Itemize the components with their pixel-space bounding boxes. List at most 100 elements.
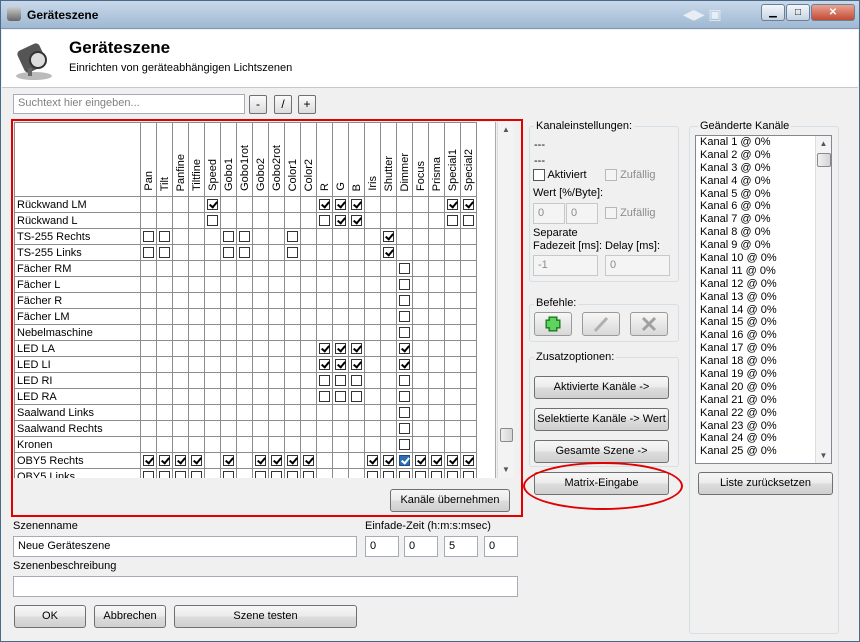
grid-cell[interactable] [428, 452, 445, 469]
edit-command-button[interactable] [582, 312, 620, 336]
changed-channels-list[interactable]: Kanal 1 @ 0% Kanal 2 @ 0% Kanal 3 @ 0% Kana… [695, 135, 832, 464]
grid-cell[interactable] [444, 452, 461, 469]
channel-checkbox[interactable] [223, 471, 234, 478]
grid-cell[interactable] [284, 452, 301, 469]
changed-channel-item[interactable]: Kanal 13 @ 0% [696, 291, 831, 304]
channel-checkbox[interactable] [351, 391, 362, 403]
grid-cell[interactable] [268, 468, 285, 478]
changed-channel-item[interactable]: Kanal 7 @ 0% [696, 213, 831, 226]
changed-channel-item[interactable]: Kanal 22 @ 0% [696, 407, 831, 420]
changed-channel-item[interactable]: Kanal 11 @ 0% [696, 265, 831, 278]
column-header[interactable]: Speed [204, 122, 221, 197]
grid-cell[interactable] [284, 468, 301, 478]
changed-channel-item[interactable]: Kanal 17 @ 0% [696, 342, 831, 355]
channel-checkbox[interactable] [287, 231, 298, 243]
channel-checkbox[interactable] [351, 199, 362, 211]
channel-checkbox[interactable] [143, 231, 154, 243]
channel-checkbox[interactable] [335, 375, 346, 387]
grid-cell[interactable] [444, 468, 461, 478]
random-checkbox[interactable]: Zufällig [605, 169, 656, 182]
changed-channel-item[interactable]: Kanal 8 @ 0% [696, 226, 831, 239]
grid-cell[interactable] [364, 452, 381, 469]
grid-cell[interactable] [332, 212, 349, 229]
random-value-checkbox[interactable]: Zufällig [605, 207, 656, 220]
grid-cell[interactable] [140, 228, 157, 245]
column-header[interactable]: B [348, 122, 365, 197]
grid-cell[interactable] [396, 388, 413, 405]
grid-cell[interactable] [348, 340, 365, 357]
changed-channel-item[interactable]: Kanal 3 @ 0% [696, 162, 831, 175]
grid-cell[interactable] [396, 340, 413, 357]
grid-cell[interactable] [140, 452, 157, 469]
column-header[interactable]: Gobo2 [252, 122, 269, 197]
column-header[interactable]: Tilt [156, 122, 173, 197]
grid-cell[interactable] [140, 468, 157, 478]
column-header[interactable]: Special1 [444, 122, 461, 197]
channel-checkbox[interactable] [431, 471, 442, 478]
channel-checkbox[interactable] [143, 247, 154, 259]
channel-checkbox[interactable] [463, 215, 474, 227]
grid-cell[interactable] [364, 468, 381, 478]
changed-channel-item[interactable]: Kanal 19 @ 0% [696, 368, 831, 381]
grid-cell[interactable] [380, 468, 397, 478]
grid-cell[interactable] [204, 212, 221, 229]
scroll-down-icon[interactable]: ▼ [498, 462, 514, 478]
grid-cell[interactable] [140, 244, 157, 261]
channel-checkbox[interactable] [399, 279, 410, 291]
channel-checkbox[interactable] [319, 343, 330, 355]
grid-cell[interactable] [332, 196, 349, 213]
channel-checkbox[interactable] [351, 375, 362, 387]
grid-cell[interactable] [460, 196, 477, 213]
grid-scrollbar[interactable]: ▲ ▼ [497, 122, 514, 478]
changed-channel-item[interactable]: Kanal 23 @ 0% [696, 420, 831, 433]
search-input[interactable]: Suchtext hier eingeben... [13, 94, 245, 114]
channel-checkbox[interactable] [383, 455, 394, 467]
device-name[interactable]: Nebelmaschine [14, 324, 141, 341]
channel-checkbox[interactable] [335, 391, 346, 403]
grid-cell[interactable] [332, 388, 349, 405]
apply-channels-button[interactable]: Kanäle übernehmen [390, 489, 510, 512]
grid-cell[interactable] [332, 372, 349, 389]
whole-scene-button[interactable]: Gesamte Szene -> [534, 440, 669, 463]
channel-checkbox[interactable] [399, 455, 410, 467]
device-name[interactable]: Fächer RM [14, 260, 141, 277]
channel-checkbox[interactable] [383, 231, 394, 243]
matrix-input-button[interactable]: Matrix-Eingabe [534, 472, 669, 495]
grid-cell[interactable] [316, 372, 333, 389]
grid-cell[interactable] [396, 292, 413, 309]
grid-cell[interactable] [444, 212, 461, 229]
column-header[interactable]: Pan [140, 122, 157, 197]
device-name[interactable]: LED RA [14, 388, 141, 405]
grid-cell[interactable] [412, 452, 429, 469]
column-header[interactable]: R [316, 122, 333, 197]
column-header[interactable]: Gobo1rot [236, 122, 253, 197]
grid-cell[interactable] [220, 228, 237, 245]
changed-channel-item[interactable]: Kanal 21 @ 0% [696, 394, 831, 407]
slash-button[interactable]: / [274, 95, 292, 114]
device-name[interactable]: TS-255 Links [14, 244, 141, 261]
grid-cell[interactable] [460, 468, 477, 478]
channel-checkbox[interactable] [191, 455, 202, 467]
channel-checkbox[interactable] [335, 215, 346, 227]
channel-checkbox[interactable] [239, 247, 250, 259]
grid-cell[interactable] [348, 388, 365, 405]
channel-checkbox[interactable] [415, 471, 426, 478]
fade-hours-input[interactable]: 0 [365, 536, 399, 557]
device-name[interactable]: Rückwand LM [14, 196, 141, 213]
grid-cell[interactable] [156, 228, 173, 245]
grid-cell[interactable] [156, 468, 173, 478]
channel-checkbox[interactable] [159, 471, 170, 478]
grid-cell[interactable] [396, 356, 413, 373]
grid-cell[interactable] [396, 324, 413, 341]
changed-channel-item[interactable]: Kanal 5 @ 0% [696, 188, 831, 201]
grid-cell[interactable] [188, 468, 205, 478]
maximize-button[interactable]: □ [786, 4, 810, 21]
grid-cell[interactable] [252, 452, 269, 469]
channel-checkbox[interactable] [367, 471, 378, 478]
device-name[interactable]: Fächer L [14, 276, 141, 293]
fade-ms-input[interactable]: 0 [484, 536, 518, 557]
grid-cell[interactable] [204, 196, 221, 213]
channel-checkbox[interactable] [207, 215, 218, 227]
device-name[interactable]: Rückwand L [14, 212, 141, 229]
grid-cell[interactable] [460, 452, 477, 469]
